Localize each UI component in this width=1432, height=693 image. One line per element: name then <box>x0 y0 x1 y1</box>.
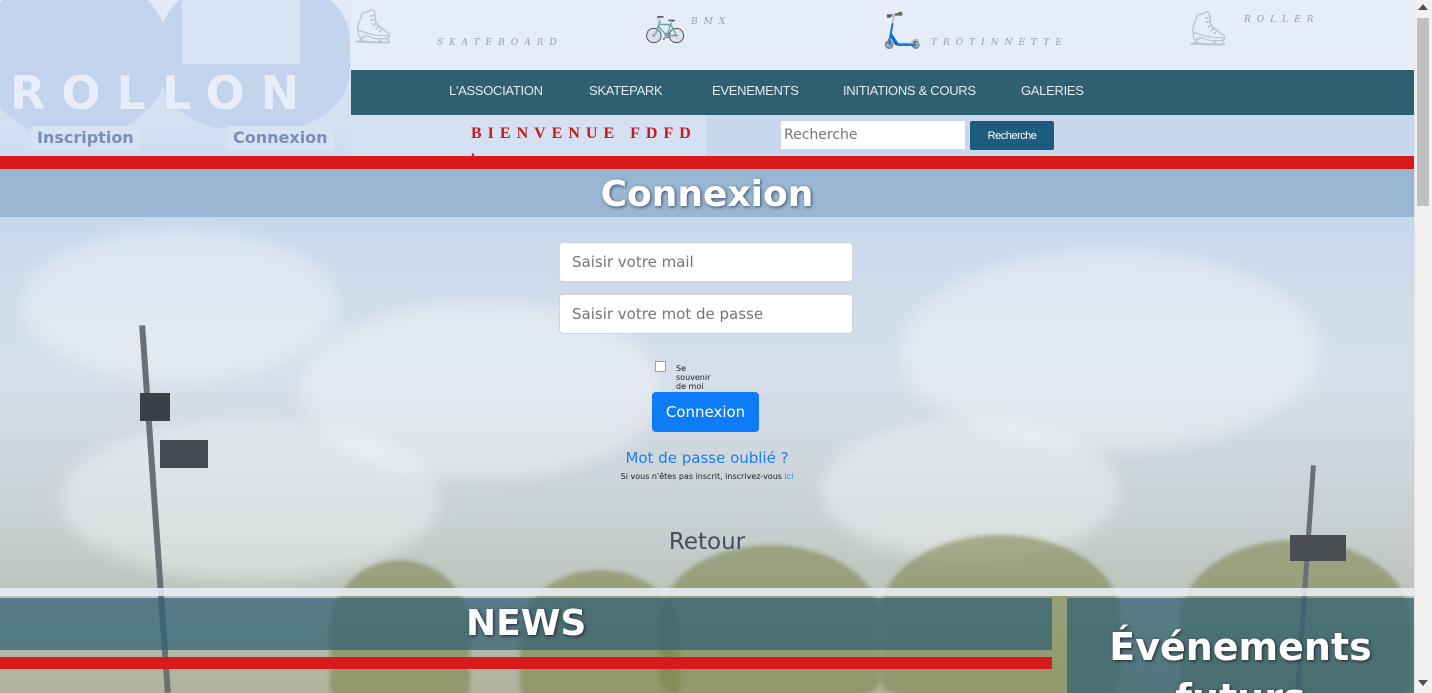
upcoming-events-title-line2: futurs <box>1067 676 1414 693</box>
upcoming-events-title: Événements <box>1109 625 1372 669</box>
logo-area: ROLLON Inscription Connexion <box>0 0 351 156</box>
search-input[interactable] <box>781 121 965 149</box>
register-prompt-text: Si vous n'êtes pas inscrit, inscrivez-vo… <box>620 472 782 481</box>
remember-me-checkbox[interactable] <box>655 361 666 372</box>
password-field[interactable] <box>559 294 853 334</box>
search-button[interactable]: Recherche <box>970 121 1054 150</box>
login-title: Connexion <box>600 174 814 215</box>
login-submit-button[interactable]: Connexion <box>652 392 759 432</box>
nav-item-initiations-cours[interactable]: INITIATIONS & COURS <box>843 83 976 98</box>
forgot-password-link[interactable]: Mot de passe oublié ? <box>0 449 1414 467</box>
connexion-link[interactable]: Connexion <box>227 126 334 150</box>
sport-label-skateboard: SKATEBOARD <box>437 38 563 48</box>
inscription-link[interactable]: Inscription <box>31 126 140 150</box>
news-red-divider <box>0 657 1052 669</box>
header-red-divider <box>0 156 1414 169</box>
section-separator <box>0 588 1414 596</box>
site-header: ROLLON Inscription Connexion ⛸ SKATEBOAR… <box>0 0 1414 160</box>
sport-label-bmx: BMX <box>691 17 732 27</box>
scroll-down-arrow-icon[interactable] <box>1418 680 1428 686</box>
welcome-box: BIENVENUE FDFD . <box>351 115 706 160</box>
sport-label-trotinnette: TROTINNETTE <box>931 38 1068 48</box>
welcome-search-bar: BIENVENUE FDFD . Recherche <box>351 115 1414 160</box>
sports-banner: ⛸ SKATEBOARD 🚲 BMX 🛴 TROTINNETTE ⛸ ROLLE… <box>351 0 1414 70</box>
roller-icon: ⛸ <box>1186 9 1230 49</box>
register-link[interactable]: ici <box>784 472 793 481</box>
nav-item-galeries[interactable]: GALERIES <box>1021 83 1084 98</box>
register-prompt: Si vous n'êtes pas inscrit, inscrivez-vo… <box>0 472 1414 481</box>
site-logo[interactable]: ROLLON <box>10 66 315 120</box>
bmx-icon: 🚲 <box>644 5 687 45</box>
scooter-icon: 🛴 <box>881 11 924 51</box>
nav-item-skatepark[interactable]: SKATEPARK <box>589 83 663 98</box>
news-title: NEWS <box>466 603 587 644</box>
sport-label-roller: ROLLER <box>1244 15 1320 25</box>
back-link[interactable]: Retour <box>0 529 1414 555</box>
scroll-up-arrow-icon[interactable] <box>1418 4 1428 10</box>
skateboard-icon: ⛸ <box>351 7 395 47</box>
main-nav: L'ASSOCIATION SKATEPARK EVENEMENTS INITI… <box>351 70 1414 115</box>
email-field[interactable] <box>559 242 853 282</box>
nav-item-association[interactable]: L'ASSOCIATION <box>449 83 543 98</box>
scrollbar-thumb[interactable] <box>1417 18 1429 206</box>
remember-me-label: Se souvenir de moi <box>676 364 711 391</box>
nav-item-evenements[interactable]: EVENEMENTS <box>712 83 799 98</box>
